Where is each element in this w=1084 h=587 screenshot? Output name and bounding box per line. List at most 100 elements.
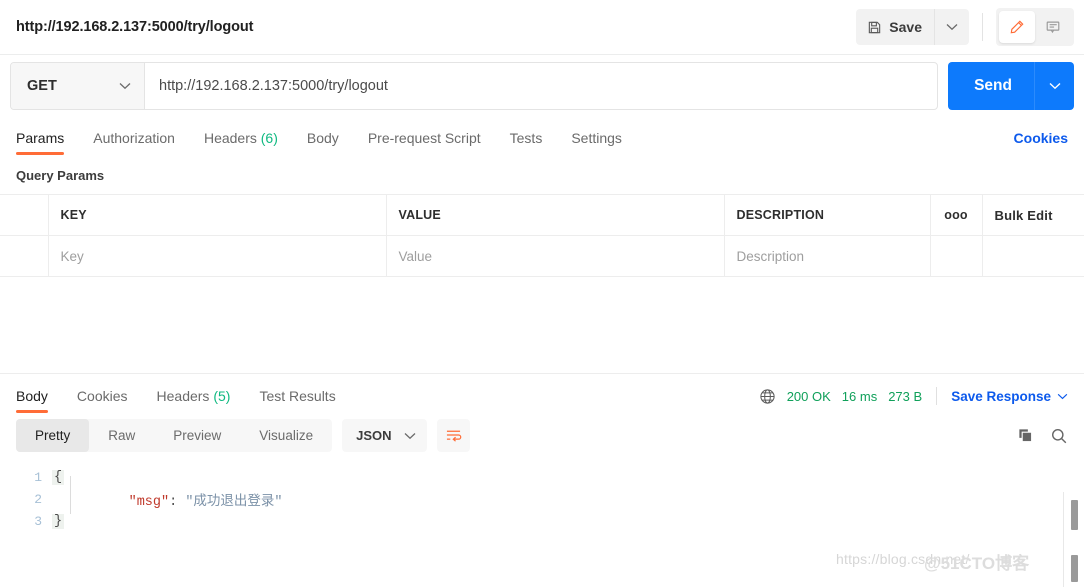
globe-icon[interactable] bbox=[759, 388, 776, 405]
response-tab-headers[interactable]: Headers (5) bbox=[157, 388, 231, 413]
response-tab-test-results[interactable]: Test Results bbox=[259, 388, 335, 413]
comments-button[interactable] bbox=[1035, 11, 1071, 43]
code-right-border bbox=[1063, 492, 1064, 587]
response-tab-cookies-label: Cookies bbox=[76, 388, 128, 404]
chevron-down-icon bbox=[1049, 82, 1061, 90]
send-button-group: Send bbox=[948, 62, 1074, 110]
query-params-table: KEY VALUE DESCRIPTION ooo Bulk Edit Key … bbox=[0, 194, 1084, 277]
send-dropdown-button[interactable] bbox=[1034, 62, 1074, 110]
query-params-label: Query Params bbox=[16, 168, 105, 183]
json-colon: : bbox=[169, 494, 186, 510]
tab-params[interactable]: Params bbox=[16, 130, 65, 155]
floppy-disk-icon bbox=[867, 20, 882, 35]
viewer-mode-group: Pretty Raw Preview Visualize bbox=[16, 419, 333, 452]
viewer-mode-pretty[interactable]: Pretty bbox=[16, 419, 90, 452]
body-scrollbar[interactable] bbox=[1071, 500, 1078, 582]
response-size: 273 B bbox=[888, 388, 923, 404]
status-badge: 200 OK bbox=[786, 388, 831, 404]
edit-request-button[interactable] bbox=[999, 11, 1035, 43]
tab-tests-label: Tests bbox=[509, 130, 543, 146]
line-number: 2 bbox=[34, 491, 42, 507]
param-key-input[interactable]: Key bbox=[48, 235, 387, 277]
page-title: http://192.168.2.137:5000/try/logout bbox=[16, 19, 254, 35]
row-options-cell[interactable] bbox=[930, 235, 983, 277]
column-header-key: KEY bbox=[48, 194, 387, 236]
tab-settings-label: Settings bbox=[571, 130, 622, 146]
chevron-down-icon bbox=[119, 82, 131, 90]
select-all-column bbox=[0, 194, 49, 236]
column-header-value: VALUE bbox=[386, 194, 725, 236]
chevron-down-icon bbox=[1057, 393, 1068, 400]
code-line: 2 "msg": "成功退出登录" bbox=[0, 488, 1084, 510]
line-number: 3 bbox=[34, 513, 42, 529]
row-spacer-cell bbox=[982, 235, 1084, 277]
bulk-edit-label: Bulk Edit bbox=[994, 207, 1053, 223]
toolbar-divider bbox=[982, 13, 983, 41]
cookies-link[interactable]: Cookies bbox=[1014, 130, 1068, 155]
response-meta: 200 OK 16 ms 273 B Save Response bbox=[759, 387, 1068, 413]
url-bar: GET http://192.168.2.137:5000/try/logout… bbox=[0, 55, 1084, 117]
json-string-value: "成功退出登录" bbox=[185, 494, 283, 510]
tab-headers-count: (6) bbox=[260, 130, 278, 146]
param-value-input[interactable]: Value bbox=[386, 235, 725, 277]
word-wrap-button[interactable] bbox=[436, 419, 470, 452]
http-method-select[interactable]: GET bbox=[11, 63, 145, 109]
chevron-down-icon bbox=[404, 432, 416, 440]
viewer-mode-visualize[interactable]: Visualize bbox=[240, 419, 332, 452]
meta-divider bbox=[936, 387, 938, 405]
copy-icon[interactable] bbox=[1017, 427, 1034, 444]
table-row: Key Value Description bbox=[0, 235, 1084, 277]
save-button-group: Save bbox=[856, 9, 969, 45]
tab-body[interactable]: Body bbox=[307, 130, 339, 155]
json-close-brace[interactable]: } bbox=[52, 513, 65, 529]
row-checkbox-cell[interactable] bbox=[0, 235, 49, 277]
response-tab-cookies[interactable]: Cookies bbox=[77, 388, 128, 413]
save-dropdown-button[interactable] bbox=[935, 9, 969, 45]
tab-settings[interactable]: Settings bbox=[571, 130, 622, 155]
watermark-url: https://blog.csdn.net/ bbox=[836, 551, 970, 567]
tab-pre-request-script-label: Pre-request Script bbox=[367, 130, 481, 146]
tab-params-label: Params bbox=[16, 130, 65, 146]
pencil-icon bbox=[1009, 19, 1025, 35]
bulk-edit-button[interactable]: Bulk Edit bbox=[982, 194, 1084, 236]
viewer-mode-raw[interactable]: Raw bbox=[89, 419, 154, 452]
scrollbar-thumb[interactable] bbox=[1071, 500, 1078, 530]
line-number: 1 bbox=[34, 469, 42, 485]
response-tab-headers-label: Headers bbox=[156, 388, 210, 404]
viewer-mode-preview[interactable]: Preview bbox=[154, 419, 240, 452]
tab-pre-request-script[interactable]: Pre-request Script bbox=[368, 130, 481, 155]
response-tab-headers-count: (5) bbox=[213, 388, 231, 404]
save-response-label: Save Response bbox=[951, 388, 1051, 404]
word-wrap-icon bbox=[445, 428, 462, 443]
view-toggle-group bbox=[996, 8, 1074, 46]
scrollbar-thumb-secondary[interactable] bbox=[1071, 555, 1078, 582]
tab-body-label: Body bbox=[306, 130, 339, 146]
http-method-value: GET bbox=[27, 78, 57, 94]
response-body-code[interactable]: 1 { 2 "msg": "成功退出登录" 3 } bbox=[0, 458, 1084, 548]
request-tab-bar: Params Authorization Headers (6) Body Pr… bbox=[0, 117, 1084, 155]
chevron-down-icon bbox=[946, 23, 958, 31]
send-button[interactable]: Send bbox=[948, 62, 1034, 110]
response-time: 16 ms bbox=[841, 388, 878, 404]
search-icon[interactable] bbox=[1050, 427, 1068, 445]
tab-tests[interactable]: Tests bbox=[510, 130, 543, 155]
response-tab-body-label: Body bbox=[16, 388, 48, 404]
tab-authorization[interactable]: Authorization bbox=[93, 130, 175, 155]
table-header-row: KEY VALUE DESCRIPTION ooo Bulk Edit bbox=[0, 194, 1084, 236]
url-input[interactable]: http://192.168.2.137:5000/try/logout bbox=[145, 78, 937, 94]
table-options-button[interactable]: ooo bbox=[930, 194, 983, 236]
save-response-button[interactable]: Save Response bbox=[951, 389, 1068, 404]
json-key: "msg" bbox=[128, 494, 170, 510]
response-viewer-toolbar: Pretty Raw Preview Visualize JSON bbox=[0, 413, 1084, 458]
watermark-brand: @51CTO博客 bbox=[924, 554, 1030, 573]
save-button[interactable]: Save bbox=[856, 9, 935, 45]
code-text: } bbox=[52, 513, 65, 529]
code-text: "msg": "成功退出登录" bbox=[52, 474, 283, 525]
top-bar-actions: Save bbox=[856, 8, 1074, 46]
params-empty-space bbox=[0, 277, 1084, 373]
response-tab-body[interactable]: Body bbox=[16, 388, 48, 413]
param-description-input[interactable]: Description bbox=[724, 235, 931, 277]
tab-headers[interactable]: Headers (6) bbox=[204, 130, 278, 155]
response-format-select[interactable]: JSON bbox=[342, 419, 427, 452]
top-bar: http://192.168.2.137:5000/try/logout Sav… bbox=[0, 0, 1084, 55]
